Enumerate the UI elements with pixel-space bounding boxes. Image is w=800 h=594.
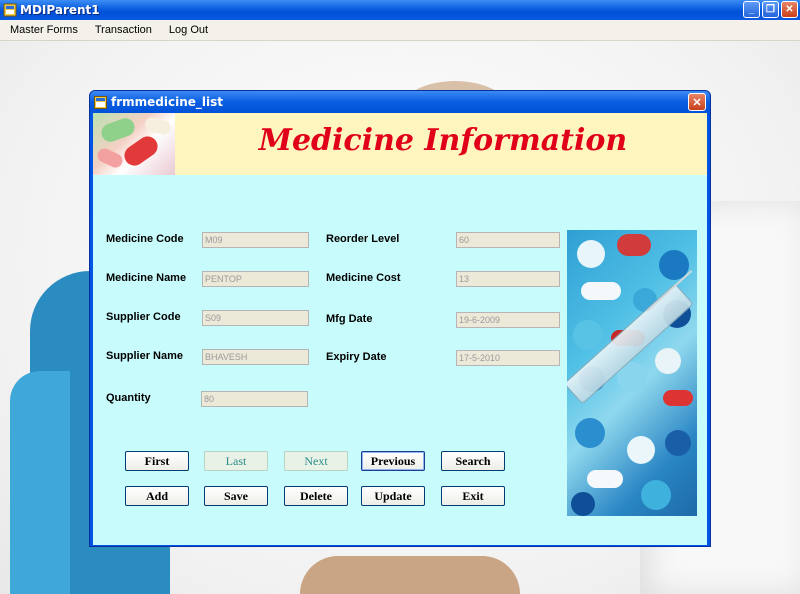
medicine-pills-syringe-image	[567, 230, 697, 516]
medicine-name-label: Medicine Name	[106, 272, 187, 284]
pills-image	[93, 113, 175, 175]
minimize-button[interactable]: _	[743, 1, 760, 18]
background-scrubs-sleeve	[10, 371, 70, 594]
medicine-form-window: frmmedicine_list ✕ Medicine Information …	[89, 90, 711, 547]
mdi-title-bar[interactable]: MDIParent1 _ ❐ ✕	[0, 0, 800, 20]
supplier-code-label: Supplier Code	[106, 311, 181, 323]
form-title: frmmedicine_list	[111, 95, 224, 109]
restore-icon: ❐	[766, 4, 775, 15]
previous-button[interactable]: Previous	[361, 451, 425, 471]
save-button[interactable]: Save	[204, 486, 268, 506]
supplier-name-label: Supplier Name	[106, 350, 184, 362]
add-button[interactable]: Add	[125, 486, 189, 506]
close-icon: ✕	[692, 96, 702, 109]
medicine-name-field[interactable]: PENTOP	[202, 271, 309, 287]
form-title-bar[interactable]: frmmedicine_list ✕	[90, 91, 710, 113]
reorder-level-field[interactable]: 60	[456, 232, 560, 248]
reorder-level-label: Reorder Level	[326, 233, 400, 245]
medicine-cost-label: Medicine Cost	[326, 272, 401, 284]
menu-master-forms[interactable]: Master Forms	[3, 24, 85, 36]
next-button[interactable]: Next	[284, 451, 348, 471]
mfg-date-label: Mfg Date	[326, 313, 373, 325]
medicine-code-field[interactable]: M09	[202, 232, 309, 248]
update-button[interactable]: Update	[361, 486, 425, 506]
first-button[interactable]: First	[125, 451, 189, 471]
close-button[interactable]: ✕	[781, 1, 798, 18]
restore-button[interactable]: ❐	[762, 1, 779, 18]
quantity-label: Quantity	[106, 392, 151, 404]
menu-bar: Master Forms Transaction Log Out	[0, 20, 800, 41]
form-close-button[interactable]: ✕	[688, 93, 706, 111]
background-hands	[300, 556, 520, 594]
header-band: Medicine Information	[93, 113, 707, 175]
minimize-icon: _	[748, 4, 755, 15]
page-title: Medicine Information	[258, 123, 628, 158]
expiry-date-label: Expiry Date	[326, 351, 387, 363]
form-icon	[94, 95, 107, 109]
mdi-window-title: MDIParent1	[20, 3, 100, 17]
app-icon	[3, 3, 17, 17]
search-button[interactable]: Search	[441, 451, 505, 471]
supplier-name-field[interactable]: BHAVESH	[202, 349, 309, 365]
last-button[interactable]: Last	[204, 451, 268, 471]
menu-log-out[interactable]: Log Out	[162, 24, 215, 36]
delete-button[interactable]: Delete	[284, 486, 348, 506]
supplier-code-field[interactable]: S09	[202, 310, 309, 326]
medicine-code-label: Medicine Code	[106, 233, 184, 245]
mfg-date-field[interactable]: 19-6-2009	[456, 312, 560, 328]
exit-button[interactable]: Exit	[441, 486, 505, 506]
close-icon: ✕	[785, 4, 794, 15]
medicine-cost-field[interactable]: 13	[456, 271, 560, 287]
expiry-date-field[interactable]: 17-5-2010	[456, 350, 560, 366]
form-client-area: Medicine Information Medicine Code M09 M…	[93, 113, 707, 545]
quantity-field[interactable]: 80	[201, 391, 308, 407]
menu-transaction[interactable]: Transaction	[88, 24, 159, 36]
